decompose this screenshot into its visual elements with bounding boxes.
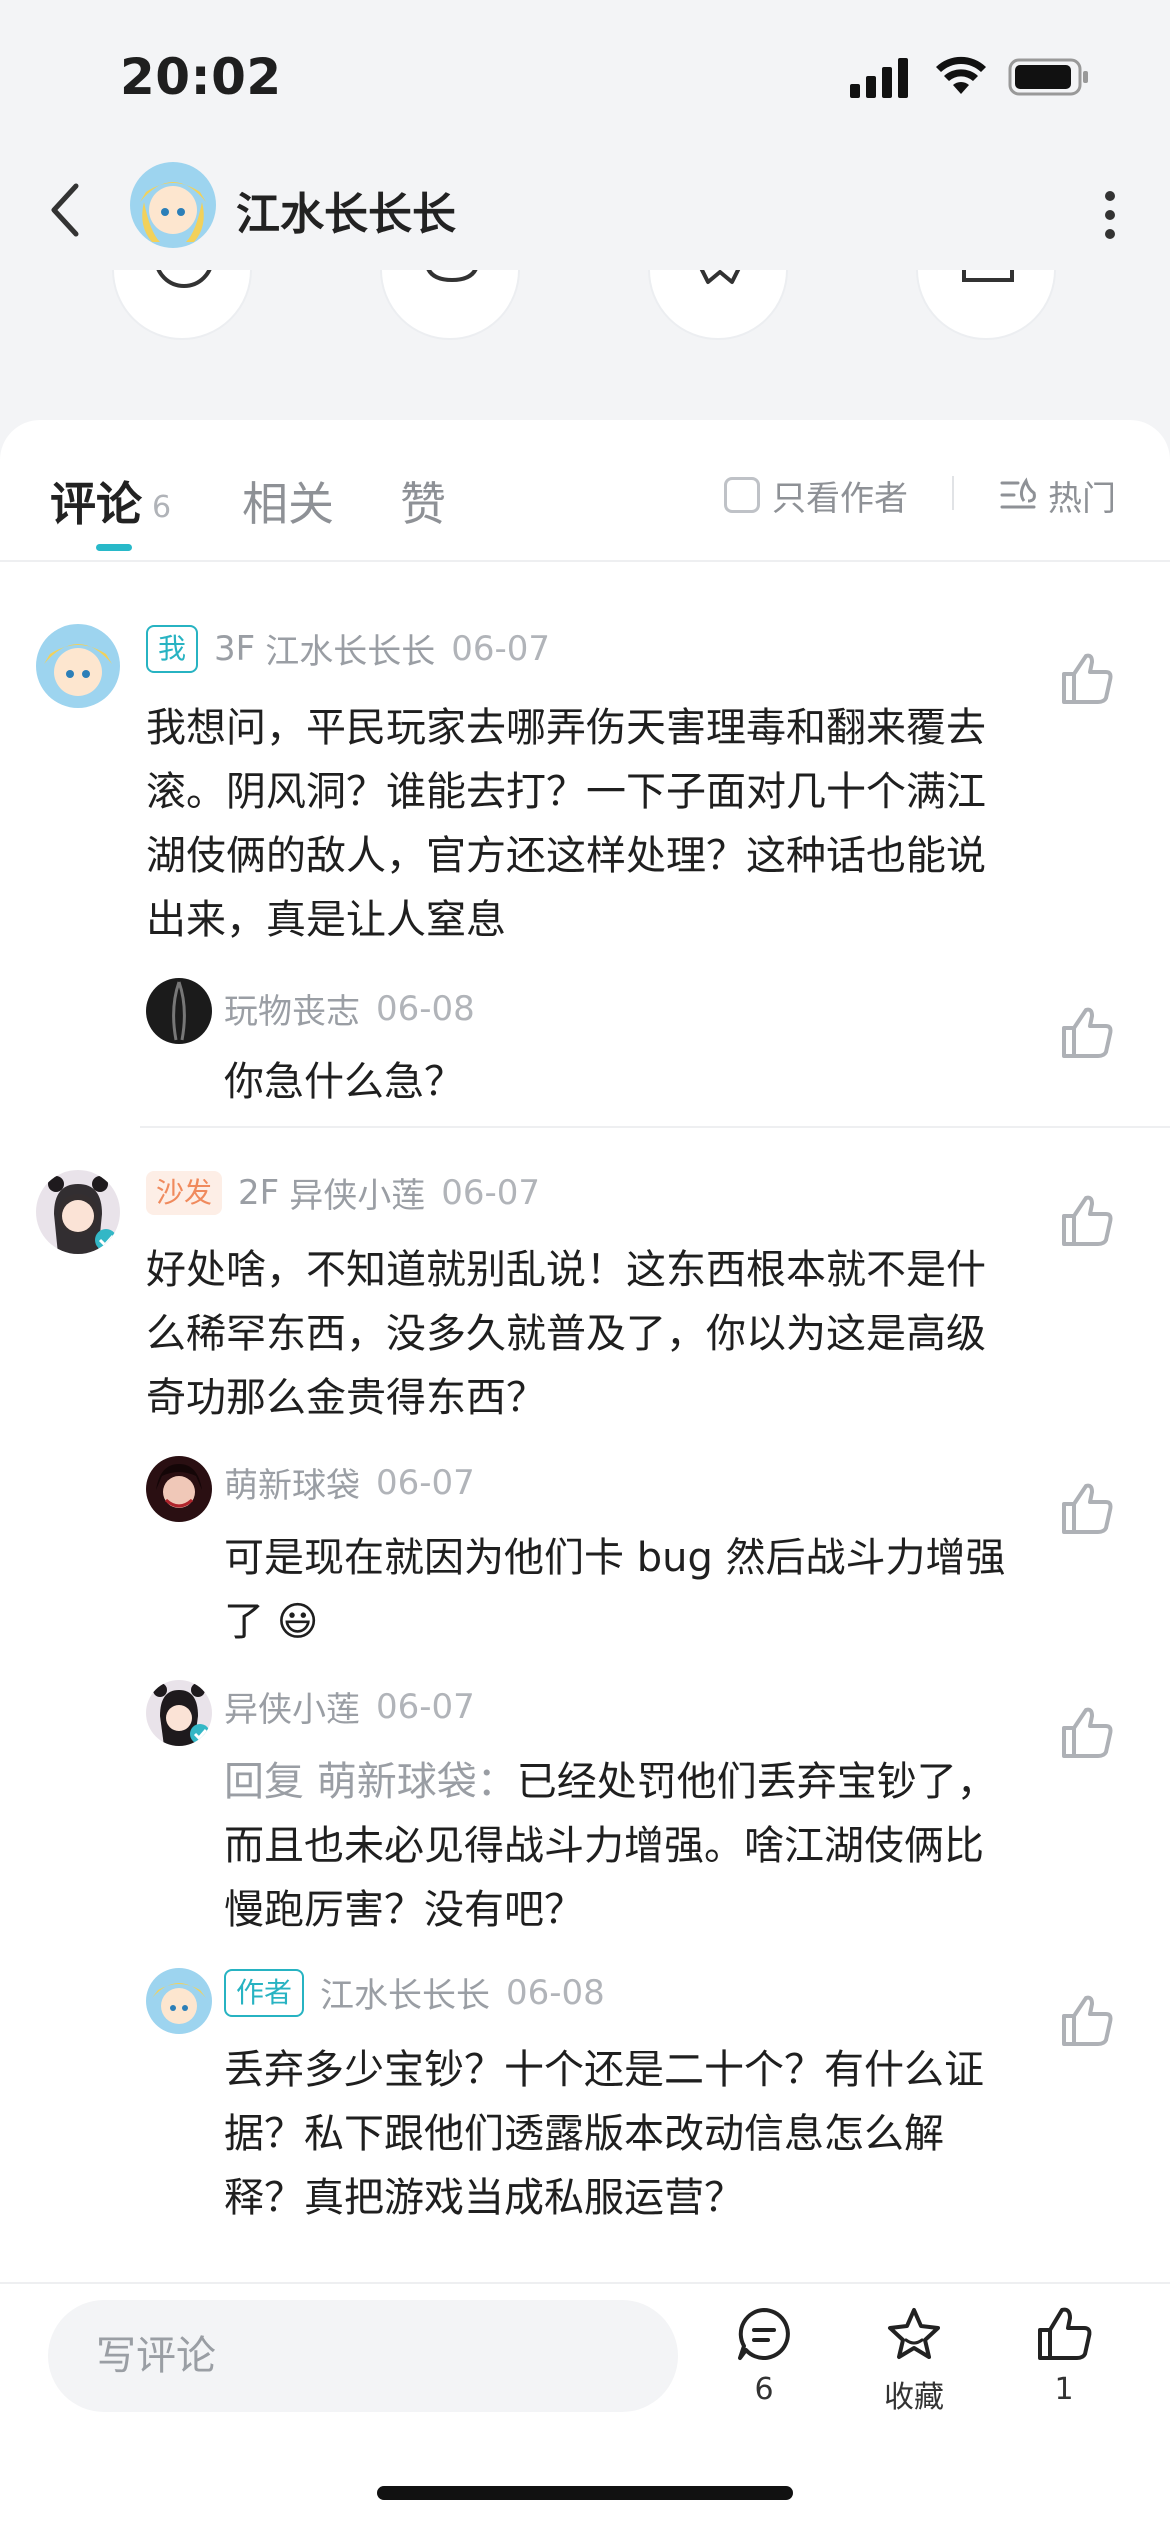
author-only-label: 只看作者 (772, 478, 908, 519)
favorite-action-button[interactable] (648, 270, 788, 340)
comment-bubble-icon (738, 2308, 790, 2360)
reply-meta: 萌新球袋 06-07 (224, 1458, 475, 1507)
floor-number: 2F (238, 1172, 280, 1213)
tab-related[interactable]: 相关 (242, 468, 334, 534)
self-badge: 我 (146, 624, 199, 673)
author-only-checkbox[interactable] (724, 477, 760, 513)
post-detail-page: 20:02 江水长长长 评论 6 相关 赞 只看作者 热门 我 3F 江水长长长… (0, 0, 1170, 2532)
comment-username[interactable]: 江水长长长 (265, 624, 435, 673)
reply-text: 丢弃多少宝钞？十个还是二十个？有什么证据？私下跟他们透露版本改动信息怎么解释？真… (224, 2047, 984, 2221)
reply-text: 你急什么急？ (224, 1059, 464, 1105)
comments-card: 评论 6 相关 赞 只看作者 热门 我 3F 江水长长长 06-07 我想问，平… (0, 420, 1170, 2532)
like-icon[interactable] (1058, 1992, 1116, 2050)
comment-icon (426, 270, 478, 283)
comment-date: 06-07 (441, 1172, 541, 1213)
favorite-label: 收藏 (884, 2380, 944, 2415)
more-options-icon[interactable] (1080, 180, 1140, 250)
author-only-toggle[interactable]: 只看作者 (724, 470, 908, 520)
sofa-badge: 沙发 (146, 1170, 223, 1215)
like-count: 1 (1054, 2372, 1074, 2407)
reply-username[interactable]: 异侠小莲 (224, 1682, 360, 1731)
like-icon[interactable] (1058, 1004, 1116, 1062)
reply-avatar[interactable] (146, 978, 212, 1044)
reply-username[interactable]: 江水长长长 (320, 1968, 490, 2017)
star-icon (699, 270, 741, 284)
sort-icon (1000, 477, 1036, 509)
reply-avatar[interactable] (146, 1456, 212, 1522)
favorite-button[interactable]: 收藏 (864, 2304, 964, 2416)
comment-meta: 沙发 2F 异侠小莲 06-07 (146, 1168, 540, 1217)
floor-number: 3F (214, 628, 256, 669)
comment-tabs: 评论 6 相关 赞 只看作者 热门 (0, 420, 1170, 562)
comment-divider (140, 1126, 1170, 1128)
tab-likes[interactable]: 赞 (400, 468, 446, 534)
home-indicator (377, 2486, 793, 2500)
reply-meta: 作者 江水长长长 06-08 (224, 1968, 605, 2017)
share-icon (156, 270, 212, 288)
cellular-signal-icon (850, 58, 908, 98)
reply-date: 06-08 (506, 1972, 605, 2013)
tab-comments[interactable]: 评论 (50, 468, 142, 534)
write-comment-input[interactable] (48, 2300, 678, 2412)
status-time: 20:02 (120, 48, 282, 106)
comment-text: 好处啥，不知道就别乱说！这东西根本就不是什么稀罕东西，没多久就普及了，你以为这是… (146, 1247, 986, 1421)
reply-text: 可是现在就因为他们卡 bug 然后战斗力增强了 😃 (224, 1535, 1006, 1645)
sort-hot-button[interactable]: 热门 (998, 470, 1116, 520)
status-bar: 20:02 (0, 0, 1170, 150)
like-icon[interactable] (1058, 1704, 1116, 1762)
comment-date: 06-07 (451, 628, 551, 669)
thumb-up-icon (1038, 2307, 1092, 2360)
comments-count: 6 (754, 2372, 774, 2407)
reply-date: 06-07 (376, 1686, 475, 1727)
commenter-avatar[interactable] (36, 624, 120, 708)
comment-username[interactable]: 异侠小莲 (289, 1168, 425, 1217)
comments-count-button[interactable]: 6 (714, 2304, 814, 2407)
active-tab-indicator (96, 544, 132, 551)
thumb-up-icon (962, 270, 1014, 282)
reply-to-prefix[interactable]: 回复 萌新球袋： (224, 1759, 517, 1805)
tab-comments-count: 6 (152, 490, 172, 525)
like-action-button[interactable] (916, 270, 1056, 340)
comment-meta: 我 3F 江水长长长 06-07 (146, 624, 550, 673)
reply-date: 06-07 (376, 1462, 475, 1503)
sort-label: 热门 (1048, 478, 1116, 519)
like-icon[interactable] (1058, 1192, 1116, 1250)
tab-divider (952, 476, 954, 510)
reply-date: 06-08 (376, 988, 475, 1029)
back-icon[interactable] (40, 178, 96, 242)
like-icon[interactable] (1058, 650, 1116, 708)
author-name[interactable]: 江水长长长 (236, 178, 456, 242)
like-button[interactable]: 1 (1014, 2304, 1114, 2407)
author-avatar[interactable] (130, 162, 216, 248)
star-icon (888, 2308, 940, 2359)
reply-meta: 玩物丧志 06-08 (224, 984, 475, 1033)
comment-action-button[interactable] (380, 270, 520, 340)
share-action-button[interactable] (112, 270, 252, 340)
wifi-icon (936, 56, 986, 94)
reply-text: 回复 萌新球袋：已经处罚他们丢弃宝钞了，而且也未必见得战斗力增强。啥江湖伎俩比慢… (224, 1750, 1014, 1942)
author-badge: 作者 (224, 1968, 305, 2017)
comment-text: 我想问，平民玩家去哪弄伤天害理毒和翻来覆去滚。阴风洞？谁能去打？一下子面对几十个… (146, 705, 986, 943)
like-icon[interactable] (1058, 1480, 1116, 1538)
reply-avatar[interactable] (146, 1680, 212, 1746)
reply-username[interactable]: 萌新球袋 (224, 1458, 360, 1507)
battery-icon (1008, 58, 1088, 96)
nav-header: 江水长长长 (0, 150, 1170, 270)
commenter-avatar[interactable] (36, 1170, 120, 1254)
reply-username[interactable]: 玩物丧志 (224, 984, 360, 1033)
reply-avatar[interactable] (146, 1968, 212, 2034)
reply-meta: 异侠小莲 06-07 (224, 1682, 475, 1731)
